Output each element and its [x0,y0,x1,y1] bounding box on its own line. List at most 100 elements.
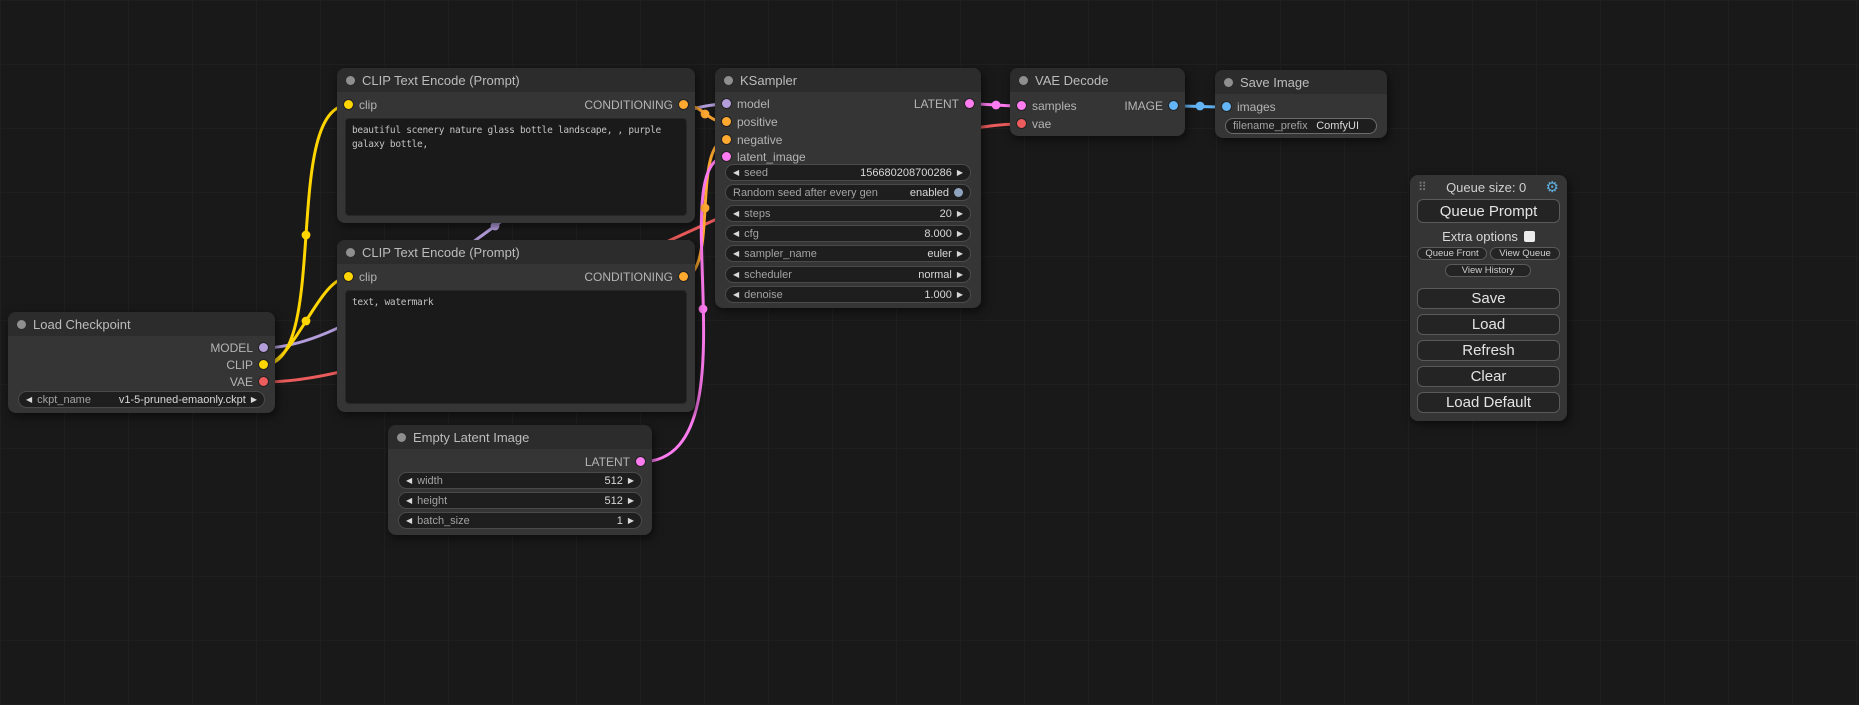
node-title-bar[interactable]: KSampler [715,68,981,92]
widget-random-seed-toggle[interactable]: Random seed after every gen enabled [725,184,971,201]
widget-name: seed [744,167,768,179]
queue-prompt-button[interactable]: Queue Prompt [1417,199,1560,223]
port-latent-output[interactable] [636,457,645,466]
load-default-button[interactable]: Load Default [1417,392,1560,413]
prompt-textarea[interactable]: beautiful scenery nature glass bottle la… [345,118,687,216]
arrow-left-icon[interactable]: ◀ [733,169,739,177]
port-conditioning-output[interactable] [679,272,688,281]
port-clip-output[interactable] [259,360,268,369]
node-title-bar[interactable]: VAE Decode [1010,68,1185,92]
port-clip-input[interactable] [344,100,353,109]
collapse-dot-icon[interactable] [17,320,26,329]
arrow-left-icon[interactable]: ◀ [26,396,32,404]
node-title-bar[interactable]: CLIP Text Encode (Prompt) [337,68,695,92]
collapse-dot-icon[interactable] [1019,76,1028,85]
link-dot-latent-samples [992,101,1001,110]
port-vae-output[interactable] [259,377,268,386]
collapse-dot-icon[interactable] [1224,78,1233,87]
node-title-bar[interactable]: Save Image [1215,70,1387,94]
arrow-right-icon[interactable]: ▶ [957,210,963,218]
port-images-input[interactable] [1222,102,1231,111]
queue-panel-header: ⠿ Queue size: 0 ⚙ [1410,178,1567,196]
widget-sampler-name[interactable]: ◀ sampler_name euler ▶ [725,245,971,262]
arrow-right-icon[interactable]: ▶ [628,497,634,505]
queue-front-button[interactable]: Queue Front [1417,247,1487,260]
save-button[interactable]: Save [1417,288,1560,309]
arrow-left-icon[interactable]: ◀ [406,517,412,525]
toggle-indicator-icon[interactable] [954,188,963,197]
widget-height[interactable]: ◀ height 512 ▶ [398,492,642,509]
port-samples-input[interactable] [1017,101,1026,110]
widget-value: v1-5-pruned-emaonly.ckpt [96,394,246,406]
prompt-textarea[interactable]: text, watermark [345,290,687,404]
widget-steps[interactable]: ◀ steps 20 ▶ [725,205,971,222]
view-history-button[interactable]: View History [1445,264,1531,277]
node-empty-latent-image[interactable]: Empty Latent Image LATENT ◀ width 512 ▶ … [388,425,652,535]
widget-scheduler[interactable]: ◀ scheduler normal ▶ [725,266,971,283]
widget-filename-prefix[interactable]: filename_prefix ComfyUI [1225,118,1377,134]
port-positive-input[interactable] [722,117,731,126]
arrow-right-icon[interactable]: ▶ [957,291,963,299]
graph-canvas[interactable]: Load Checkpoint MODEL CLIP VAE ◀ ckpt_na… [0,0,1859,705]
arrow-left-icon[interactable]: ◀ [406,497,412,505]
node-title: KSampler [740,73,797,88]
port-vae-input[interactable] [1017,119,1026,128]
node-load-checkpoint[interactable]: Load Checkpoint MODEL CLIP VAE ◀ ckpt_na… [8,312,275,413]
extra-options-checkbox[interactable] [1524,231,1535,242]
arrow-left-icon[interactable]: ◀ [733,291,739,299]
widget-name: cfg [744,228,759,240]
refresh-button[interactable]: Refresh [1417,340,1560,361]
widget-width[interactable]: ◀ width 512 ▶ [398,472,642,489]
node-save-image[interactable]: Save Image images filename_prefix ComfyU… [1215,70,1387,138]
port-latent-output[interactable] [965,99,974,108]
arrow-right-icon[interactable]: ▶ [628,517,634,525]
node-clip-text-encode-negative[interactable]: CLIP Text Encode (Prompt) clip CONDITION… [337,240,695,412]
port-negative-input[interactable] [722,135,731,144]
view-queue-button[interactable]: View Queue [1490,247,1560,260]
arrow-right-icon[interactable]: ▶ [251,396,257,404]
input-label-samples: samples [1032,98,1077,114]
port-model-output[interactable] [259,343,268,352]
node-title-bar[interactable]: Empty Latent Image [388,425,652,449]
arrow-left-icon[interactable]: ◀ [733,271,739,279]
arrow-left-icon[interactable]: ◀ [733,230,739,238]
widget-name: width [417,475,443,487]
link-dot-clip-positive [302,231,311,240]
arrow-right-icon[interactable]: ▶ [957,169,963,177]
node-clip-text-encode-positive[interactable]: CLIP Text Encode (Prompt) clip CONDITION… [337,68,695,223]
widget-seed[interactable]: ◀ seed 156680208700286 ▶ [725,164,971,181]
clear-button[interactable]: Clear [1417,366,1560,387]
arrow-right-icon[interactable]: ▶ [628,477,634,485]
port-model-input[interactable] [722,99,731,108]
node-ksampler[interactable]: KSampler model positive negative latent_… [715,68,981,308]
arrow-right-icon[interactable]: ▶ [957,250,963,258]
collapse-dot-icon[interactable] [397,433,406,442]
port-image-output[interactable] [1169,101,1178,110]
settings-gear-icon[interactable]: ⚙ [1546,180,1559,195]
node-vae-decode[interactable]: VAE Decode samples vae IMAGE [1010,68,1185,136]
arrow-left-icon[interactable]: ◀ [733,250,739,258]
port-latent-image-input[interactable] [722,152,731,161]
drag-handle-icon[interactable]: ⠿ [1418,180,1427,194]
load-button[interactable]: Load [1417,314,1560,335]
queue-panel[interactable]: ⠿ Queue size: 0 ⚙ Queue Prompt Extra opt… [1410,175,1567,421]
node-title-bar[interactable]: Load Checkpoint [8,312,275,336]
widget-batch-size[interactable]: ◀ batch_size 1 ▶ [398,512,642,529]
node-title-bar[interactable]: CLIP Text Encode (Prompt) [337,240,695,264]
widget-value: 512 [452,495,623,507]
port-clip-input[interactable] [344,272,353,281]
collapse-dot-icon[interactable] [346,76,355,85]
widget-cfg[interactable]: ◀ cfg 8.000 ▶ [725,225,971,242]
arrow-left-icon[interactable]: ◀ [406,477,412,485]
output-label-clip: CLIP [226,357,253,373]
input-label-clip: clip [359,97,377,113]
widget-denoise[interactable]: ◀ denoise 1.000 ▶ [725,286,971,303]
collapse-dot-icon[interactable] [346,248,355,257]
arrow-left-icon[interactable]: ◀ [733,210,739,218]
queue-size-label: Queue size: 0 [1427,180,1546,195]
collapse-dot-icon[interactable] [724,76,733,85]
arrow-right-icon[interactable]: ▶ [957,271,963,279]
port-conditioning-output[interactable] [679,100,688,109]
arrow-right-icon[interactable]: ▶ [957,230,963,238]
widget-ckpt-name[interactable]: ◀ ckpt_name v1-5-pruned-emaonly.ckpt ▶ [18,391,265,408]
